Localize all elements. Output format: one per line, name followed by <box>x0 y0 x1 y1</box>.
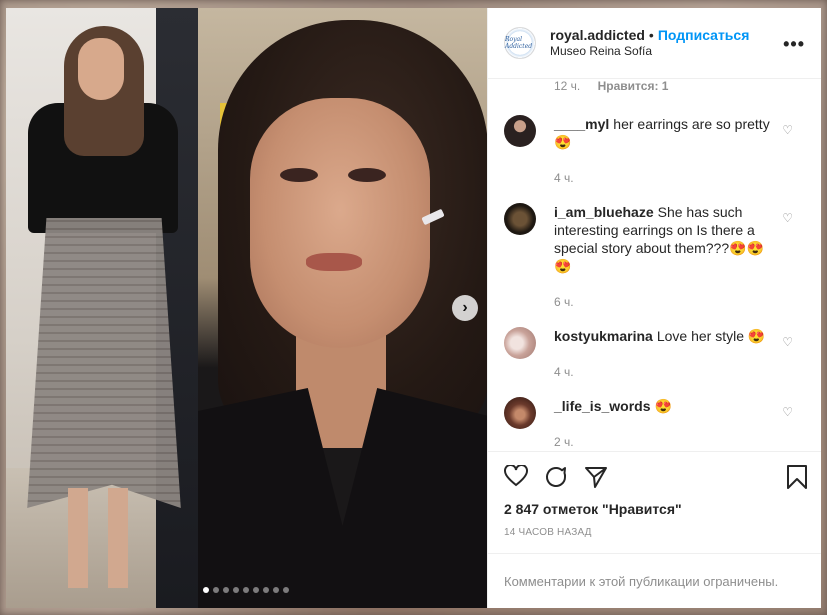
post-username[interactable]: royal.addicted <box>550 27 645 43</box>
list-item: kostyukmarina Love her style 😍 4 ч. ♡ <box>504 327 805 381</box>
post-modal: › Royal Addicted royal.addicted • Подписат… <box>6 8 821 608</box>
location-link[interactable]: Museo Reina Sofía <box>550 43 749 59</box>
avatar[interactable] <box>504 327 536 359</box>
avatar[interactable] <box>504 203 536 235</box>
carousel-next-button[interactable]: › <box>452 295 478 321</box>
heart-icon[interactable]: ♡ <box>782 405 793 419</box>
action-bar <box>488 451 821 501</box>
carousel-dot <box>233 587 239 593</box>
post-header: Royal Addicted royal.addicted • Подписатьс… <box>488 8 821 79</box>
carousel-dot <box>253 587 259 593</box>
avatar[interactable]: Royal Addicted <box>504 27 536 59</box>
comment-username[interactable]: i_am_bluehaze <box>554 204 654 220</box>
carousel-dot <box>273 587 279 593</box>
comments-list[interactable]: 12 ч. Нравится: 1 ____myl her earrings ar… <box>488 79 821 451</box>
comment-username[interactable]: kostyukmarina <box>554 328 653 344</box>
comment-username[interactable]: _life_is_words <box>554 398 651 414</box>
bookmark-icon[interactable] <box>786 464 808 490</box>
comments-restricted-notice: Комментарии к этой публикации ограничены… <box>488 553 821 608</box>
comment-time: 6 ч. <box>554 295 574 309</box>
likes-count[interactable]: 2 847 отметок "Нравится" <box>488 501 821 523</box>
carousel-dot <box>243 587 249 593</box>
heart-icon[interactable]: ♡ <box>782 123 793 137</box>
post-media: › <box>6 8 487 608</box>
avatar[interactable] <box>504 115 536 147</box>
caption-meta: 12 ч. Нравится: 1 <box>554 79 668 93</box>
photo-full-length <box>6 8 198 608</box>
share-icon[interactable] <box>584 465 608 489</box>
heart-icon[interactable] <box>504 465 528 487</box>
heart-icon[interactable]: ♡ <box>782 335 793 349</box>
list-item: ____myl her earrings are so pretty 😍 4 ч.… <box>504 115 805 187</box>
carousel-dot <box>203 587 209 593</box>
carousel-dot <box>213 587 219 593</box>
comment-time: 2 ч. <box>554 435 574 449</box>
comment-icon[interactable] <box>544 465 568 489</box>
carousel-dot <box>223 587 229 593</box>
chevron-right-icon: › <box>462 299 468 316</box>
follow-button[interactable]: Подписаться <box>658 27 750 43</box>
carousel-dot <box>263 587 269 593</box>
post-side-panel: Royal Addicted royal.addicted • Подписатьс… <box>487 8 821 608</box>
comment-time: 4 ч. <box>554 365 574 379</box>
post-timestamp: 14 ЧАСОВ НАЗАД <box>504 527 592 538</box>
separator: • <box>648 27 654 43</box>
caption-likes[interactable]: Нравится: 1 <box>598 79 669 93</box>
list-item: i_am_bluehaze She has such interesting ea… <box>504 203 805 311</box>
photo-portrait <box>198 8 487 608</box>
caption-time: 12 ч. <box>554 79 581 93</box>
comment-text: Love her style 😍 <box>656 328 766 344</box>
comment-time: 4 ч. <box>554 171 574 185</box>
carousel-indicator <box>203 587 289 593</box>
more-options-icon[interactable]: ••• <box>783 34 805 55</box>
list-item: _life_is_words 😍 2 ч. ♡ <box>504 397 805 451</box>
comment-username[interactable]: ____myl <box>554 116 609 132</box>
carousel-dot <box>283 587 289 593</box>
heart-icon[interactable]: ♡ <box>782 211 793 225</box>
avatar[interactable] <box>504 397 536 429</box>
comment-text: 😍 <box>654 398 672 414</box>
